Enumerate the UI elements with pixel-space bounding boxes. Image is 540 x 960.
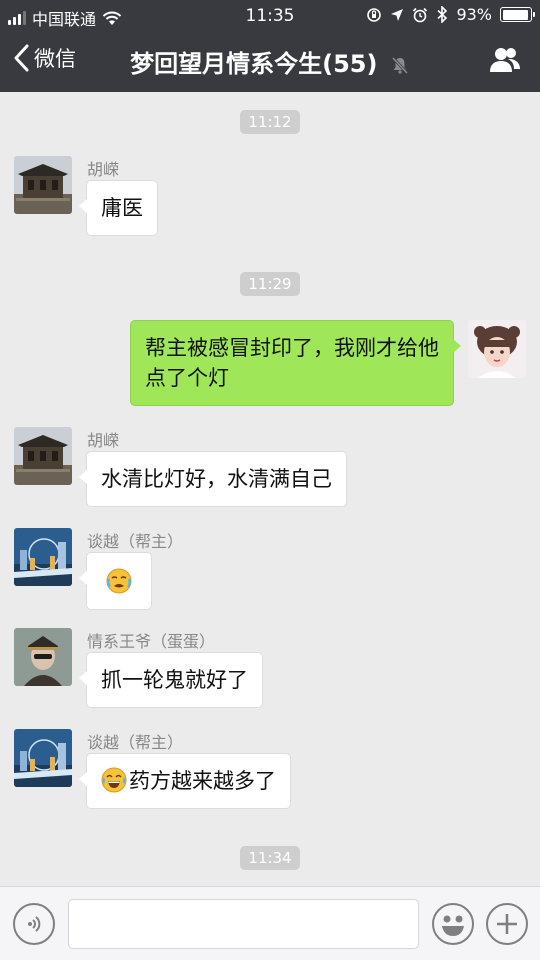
message-item: 谈越（帮主） [0, 528, 540, 610]
timestamp: 11:34 [0, 846, 540, 870]
status-right: 93% [366, 5, 535, 24]
voice-icon [28, 916, 41, 932]
avatar[interactable] [468, 320, 526, 378]
message-text: 药方越来越多了 [129, 769, 276, 793]
message-text: 水清比灯好，水清满自己 [101, 467, 332, 491]
message-item: 情系王爷（蛋蛋） 抓一轮鬼就好了 [0, 628, 540, 710]
avatar[interactable] [14, 156, 72, 214]
message-text-line: 帮主被感冒封印了，我刚才给他 [145, 336, 439, 360]
group-members-button[interactable] [488, 46, 522, 78]
avatar[interactable] [14, 528, 72, 586]
message-text: 庸医 [101, 196, 143, 220]
message-text: 抓一轮鬼就好了 [101, 668, 248, 692]
sender-name: 胡嵘 [87, 160, 120, 179]
avatar[interactable] [14, 427, 72, 485]
more-actions-button[interactable] [486, 903, 528, 945]
message-bubble[interactable]: 抓一轮鬼就好了 [79, 652, 263, 708]
battery-icon [500, 7, 535, 22]
crying-face-emoji-icon [106, 568, 132, 594]
sender-name: 情系王爷（蛋蛋） [87, 632, 216, 651]
plus-icon [497, 914, 517, 934]
chat-title-text: 梦回望月情系今生(55) [130, 50, 378, 78]
sender-name: 胡嵘 [87, 431, 120, 450]
message-bubble[interactable]: 水清比灯好，水清满自己 [79, 451, 347, 507]
message-bubble-own[interactable]: 帮主被感冒封印了，我刚才给他 点了个灯 [130, 320, 461, 406]
sender-name: 谈越（帮主） [87, 733, 184, 752]
voice-input-button[interactable] [13, 903, 55, 945]
message-item: 谈越（帮主） 药方越来越多了 [0, 729, 540, 811]
sender-name: 谈越（帮主） [87, 532, 184, 551]
message-input[interactable] [68, 899, 419, 949]
message-bubble[interactable] [79, 552, 152, 610]
avatar[interactable] [14, 628, 72, 686]
status-bar: 中国联通 11:35 93% [0, 0, 540, 30]
timestamp: 11:12 [0, 110, 540, 134]
input-bar [0, 886, 540, 960]
chat-area[interactable]: 11:12 胡嵘 庸医 11:29 帮主被感冒封印了，我刚才给他 点了个灯 胡嵘… [0, 92, 540, 886]
nav-bar: 微信 梦回望月情系今生(55) [0, 30, 540, 92]
message-item: 帮主被感冒封印了，我刚才给他 点了个灯 [0, 320, 540, 412]
orientation-lock-icon [367, 7, 382, 22]
mute-bell-icon [391, 56, 408, 75]
battery-percent: 93% [456, 5, 492, 24]
avatar[interactable] [14, 729, 72, 787]
chat-title: 梦回望月情系今生(55) [0, 44, 540, 79]
group-members-icon [490, 48, 520, 72]
message-bubble[interactable]: 药方越来越多了 [79, 753, 291, 809]
tears-of-joy-emoji-icon [101, 767, 127, 793]
bluetooth-icon [437, 6, 448, 23]
message-text-line: 点了个灯 [145, 366, 229, 390]
message-bubble[interactable]: 庸医 [79, 180, 158, 236]
location-arrow-icon [391, 8, 404, 21]
message-item: 胡嵘 庸医 [0, 156, 540, 246]
smiley-icon [442, 915, 464, 936]
message-item: 胡嵘 水清比灯好，水清满自己 [0, 427, 540, 509]
timestamp: 11:29 [0, 272, 540, 296]
alarm-clock-icon [413, 7, 428, 22]
emoji-button[interactable] [432, 903, 474, 945]
